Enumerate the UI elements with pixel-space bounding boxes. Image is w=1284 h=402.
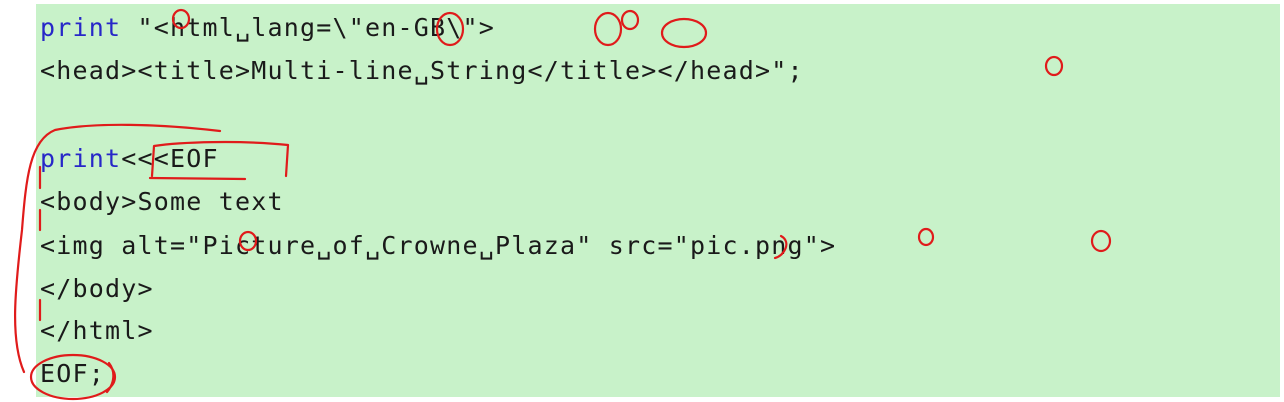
code-line-4: <body>Some text [40,187,284,216]
code-line-3: print<<<EOF [40,139,219,179]
code-text: "<html␣lang=\"en-GB\"> [121,13,496,42]
code-line-5: <img alt="Picture␣of␣Crowne␣Plaza" src="… [40,231,837,260]
code-line-1: print "<html␣lang=\"en-GB\"> [40,8,495,48]
code-line-8: EOF; [40,359,106,388]
code-line-7: </html> [40,316,154,345]
print-keyword: print [40,144,122,173]
code-line-2: <head><title>Multi-line␣String</title></… [40,56,804,85]
code-line-6: </body> [40,274,154,303]
code-text: <<<EOF [121,144,219,173]
print-keyword: print [40,13,122,42]
